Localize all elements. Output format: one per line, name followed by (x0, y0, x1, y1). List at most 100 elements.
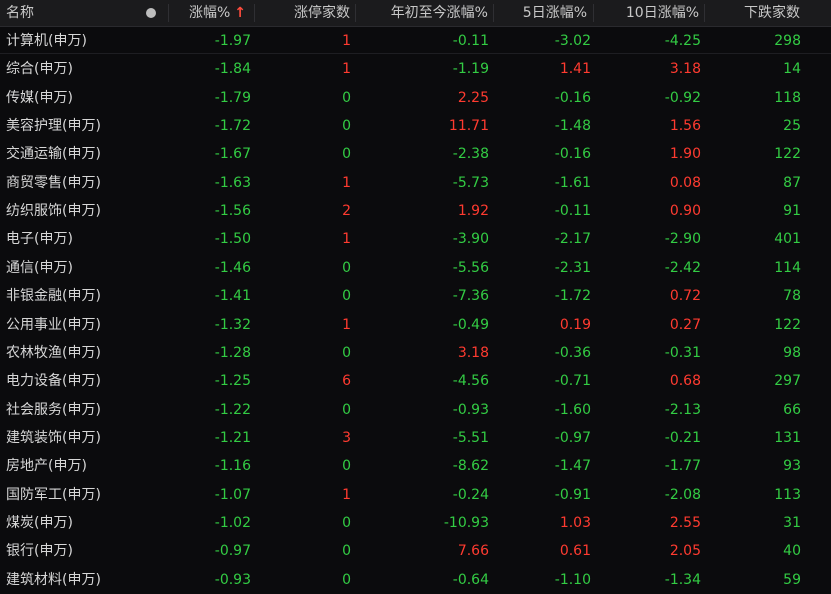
five-day-change-cell: -0.36 (554, 344, 591, 361)
ten-day-change-cell: -1.77 (664, 458, 701, 475)
ten-day-change-cell: 1.90 (669, 146, 701, 163)
table-row[interactable]: 电子(申万) -1.50 1 -3.90 -2.17 -2.90 401 (0, 225, 831, 253)
ten-day-change-cell: 0.08 (669, 174, 701, 191)
limit-up-count-cell: 0 (342, 146, 351, 163)
five-day-change-cell: 0.19 (559, 316, 591, 333)
table-row[interactable]: 综合(申万) -1.84 1 -1.19 1.41 3.18 14 (0, 55, 831, 83)
five-day-change-cell: -0.16 (554, 89, 591, 106)
ten-day-change-cell: -4.25 (664, 33, 701, 49)
limit-up-count-cell: 3 (342, 429, 351, 446)
table-row[interactable]: 银行(申万) -0.97 0 7.66 0.61 2.05 40 (0, 537, 831, 565)
table-row[interactable]: 煤炭(申万) -1.02 0 -10.93 1.03 2.55 31 (0, 509, 831, 537)
five-day-change-cell: -1.47 (554, 458, 591, 475)
column-header-limit-up[interactable]: 涨停家数 (254, 0, 354, 26)
table-row[interactable]: 电力设备(申万) -1.25 6 -4.56 -0.71 0.68 297 (0, 367, 831, 395)
change-percent-cell: -1.56 (214, 203, 251, 220)
ten-day-change-cell: -1.34 (664, 571, 701, 588)
ytd-change-cell: -0.24 (452, 486, 489, 503)
five-day-change-cell: -1.60 (554, 401, 591, 418)
ytd-change-cell: -0.49 (452, 316, 489, 333)
table-row[interactable]: 纺织服饰(申万) -1.56 2 1.92 -0.11 0.90 91 (0, 197, 831, 225)
table-row[interactable]: 计算机(申万) -1.97 1 -0.11 -3.02 -4.25 298 (0, 27, 831, 55)
table-row[interactable]: 公用事业(申万) -1.32 1 -0.49 0.19 0.27 122 (0, 311, 831, 339)
five-day-change-cell: -1.48 (554, 118, 591, 135)
table-row[interactable]: 农林牧渔(申万) -1.28 0 3.18 -0.36 -0.31 98 (0, 339, 831, 367)
change-percent-cell: -1.25 (214, 373, 251, 390)
table-row[interactable]: 房地产(申万) -1.16 0 -8.62 -1.47 -1.77 93 (0, 452, 831, 480)
limit-up-count-cell: 6 (342, 373, 351, 390)
change-percent-cell: -1.02 (214, 514, 251, 531)
five-day-change-cell: -1.61 (554, 174, 591, 191)
ten-day-change-cell: -2.42 (664, 259, 701, 276)
table-row[interactable]: 通信(申万) -1.46 0 -5.56 -2.31 -2.42 114 (0, 254, 831, 282)
table-row[interactable]: 建筑材料(申万) -0.93 0 -0.64 -1.10 -1.34 59 (0, 566, 831, 594)
column-header-change-label: 涨幅% (188, 5, 231, 21)
table-row[interactable]: 传媒(申万) -1.79 0 2.25 -0.16 -0.92 118 (0, 84, 831, 112)
column-header-name[interactable]: 名称 (6, 0, 34, 26)
table-row[interactable]: 国防军工(申万) -1.07 1 -0.24 -0.91 -2.08 113 (0, 481, 831, 509)
sort-ascending-icon[interactable]: ↑ (234, 5, 246, 21)
decliners-count-cell: 25 (783, 118, 801, 135)
table-row[interactable]: 建筑装饰(申万) -1.21 3 -5.51 -0.97 -0.21 131 (0, 424, 831, 452)
table-row[interactable]: 非银金融(申万) -1.41 0 -7.36 -1.72 0.72 78 (0, 282, 831, 310)
decliners-count-cell: 122 (774, 316, 801, 333)
limit-up-count-cell: 1 (342, 486, 351, 503)
ytd-change-cell: -5.56 (452, 259, 489, 276)
change-percent-cell: -1.97 (214, 33, 251, 49)
limit-up-count-cell: 2 (342, 203, 351, 220)
change-percent-cell: -0.97 (214, 543, 251, 560)
status-dot-icon[interactable] (146, 8, 156, 18)
sector-name-cell: 传媒(申万) (6, 89, 73, 106)
sector-name-cell: 电子(申万) (6, 231, 73, 248)
sector-name-cell: 计算机(申万) (6, 33, 87, 49)
column-header-ytd[interactable]: 年初至今涨幅% (355, 0, 492, 26)
ytd-change-cell: -1.19 (452, 61, 489, 78)
five-day-change-cell: -1.10 (554, 571, 591, 588)
ytd-change-cell: -8.62 (452, 458, 489, 475)
ytd-change-cell: 11.71 (448, 118, 489, 135)
sector-name-cell: 非银金融(申万) (6, 288, 101, 305)
ytd-change-cell: -0.64 (452, 571, 489, 588)
ten-day-change-cell: 0.72 (669, 288, 701, 305)
sector-name-cell: 综合(申万) (6, 61, 73, 78)
table-row[interactable]: 交通运输(申万) -1.67 0 -2.38 -0.16 1.90 122 (0, 140, 831, 168)
column-header-10d[interactable]: 10日涨幅% (593, 0, 703, 26)
five-day-change-cell: 1.41 (559, 61, 591, 78)
decliners-count-cell: 98 (783, 344, 801, 361)
ytd-change-cell: -0.93 (452, 401, 489, 418)
sector-name-cell: 房地产(申万) (6, 458, 87, 475)
ten-day-change-cell: -2.13 (664, 401, 701, 418)
limit-up-count-cell: 1 (342, 316, 351, 333)
limit-up-count-cell: 0 (342, 89, 351, 106)
change-percent-cell: -1.32 (214, 316, 251, 333)
sector-name-cell: 煤炭(申万) (6, 514, 73, 531)
five-day-change-cell: 0.61 (559, 543, 591, 560)
five-day-change-cell: -1.72 (554, 288, 591, 305)
sector-name-cell: 商贸零售(申万) (6, 174, 101, 191)
table-header: 名称 涨幅% ↑ 涨停家数 年初至今涨幅% 5日涨幅% 10日涨幅% 下跌家数 (0, 0, 831, 27)
five-day-change-cell: -0.16 (554, 146, 591, 163)
five-day-change-cell: 1.03 (559, 514, 591, 531)
sector-name-cell: 美容护理(申万) (6, 118, 101, 135)
five-day-change-cell: -2.17 (554, 231, 591, 248)
table-row[interactable]: 美容护理(申万) -1.72 0 11.71 -1.48 1.56 25 (0, 112, 831, 140)
decliners-count-cell: 122 (774, 146, 801, 163)
ytd-change-cell: -4.56 (452, 373, 489, 390)
change-percent-cell: -1.50 (214, 231, 251, 248)
ytd-change-cell: -5.73 (452, 174, 489, 191)
limit-up-count-cell: 0 (342, 458, 351, 475)
decliners-count-cell: 14 (783, 61, 801, 78)
five-day-change-cell: -2.31 (554, 259, 591, 276)
ytd-change-cell: -10.93 (443, 514, 489, 531)
decliners-count-cell: 114 (774, 259, 801, 276)
table-row[interactable]: 商贸零售(申万) -1.63 1 -5.73 -1.61 0.08 87 (0, 169, 831, 197)
column-header-change[interactable]: 涨幅% ↑ (168, 0, 252, 26)
decliners-count-cell: 91 (783, 203, 801, 220)
five-day-change-cell: -3.02 (554, 33, 591, 49)
ytd-change-cell: -3.90 (452, 231, 489, 248)
ytd-change-cell: -2.38 (452, 146, 489, 163)
limit-up-count-cell: 1 (342, 33, 351, 49)
column-header-down[interactable]: 下跌家数 (704, 0, 804, 26)
column-header-5d[interactable]: 5日涨幅% (493, 0, 591, 26)
table-row[interactable]: 社会服务(申万) -1.22 0 -0.93 -1.60 -2.13 66 (0, 396, 831, 424)
